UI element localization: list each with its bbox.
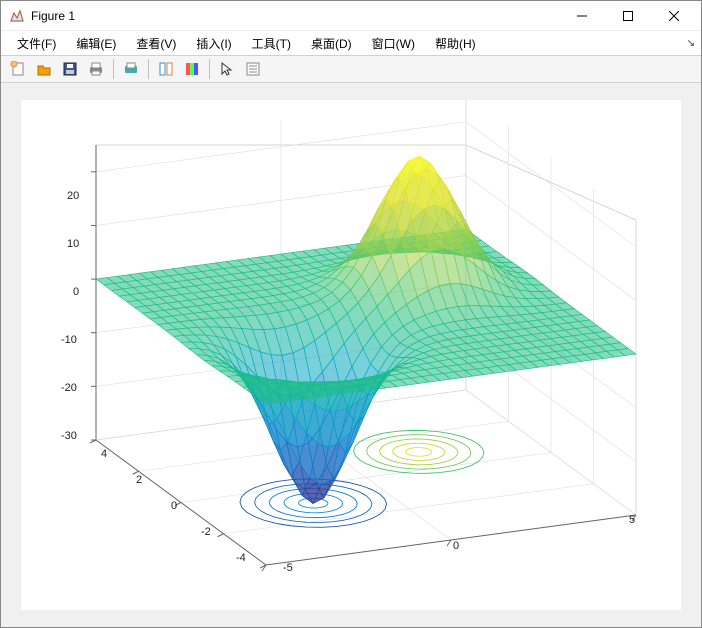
plot-area: 20 10 0 -10 -20 -30 4 2 0 -2 -4 -5 0 5 xyxy=(1,83,701,627)
z-tick-label: 20 xyxy=(67,190,79,202)
z-tick-label: 10 xyxy=(67,238,79,250)
menu-insert[interactable]: 插入(I) xyxy=(186,32,241,55)
y-tick-label: 2 xyxy=(136,474,142,486)
open-icon[interactable] xyxy=(32,58,56,80)
toolbar-separator xyxy=(209,59,210,79)
new-figure-icon[interactable] xyxy=(6,58,30,80)
x-tick-label: 0 xyxy=(453,540,459,552)
print-preview-icon[interactable] xyxy=(119,58,143,80)
surface-plot xyxy=(21,100,681,610)
maximize-button[interactable] xyxy=(605,1,651,31)
x-tick-label: -5 xyxy=(283,562,293,574)
dock-arrow-icon[interactable]: ↘ xyxy=(687,38,695,49)
z-tick-label: 0 xyxy=(73,286,79,298)
minimize-button[interactable] xyxy=(559,1,605,31)
menu-bar: 文件(F) 编辑(E) 查看(V) 插入(I) 工具(T) 桌面(D) 窗口(W… xyxy=(1,31,701,55)
toolbar-separator xyxy=(148,59,149,79)
z-tick-label: -20 xyxy=(61,382,77,394)
colorbar-icon[interactable] xyxy=(180,58,204,80)
data-cursor-icon[interactable] xyxy=(241,58,265,80)
y-tick-label: 0 xyxy=(171,500,177,512)
toolbar-separator xyxy=(113,59,114,79)
window-title: Figure 1 xyxy=(31,9,559,23)
z-tick-label: -30 xyxy=(61,430,77,442)
menu-help[interactable]: 帮助(H) xyxy=(425,32,486,55)
toolbar xyxy=(1,55,701,83)
save-icon[interactable] xyxy=(58,58,82,80)
x-tick-label: 5 xyxy=(629,514,635,526)
menu-file[interactable]: 文件(F) xyxy=(7,32,66,55)
app-icon xyxy=(9,8,25,24)
link-axes-icon[interactable] xyxy=(154,58,178,80)
y-tick-label: -2 xyxy=(201,526,211,538)
menu-edit[interactable]: 编辑(E) xyxy=(66,32,126,55)
z-tick-label: -10 xyxy=(61,334,77,346)
y-tick-label: 4 xyxy=(101,448,107,460)
axes-3d[interactable]: 20 10 0 -10 -20 -30 4 2 0 -2 -4 -5 0 5 xyxy=(21,100,681,610)
menu-tools[interactable]: 工具(T) xyxy=(242,32,301,55)
cursor-icon[interactable] xyxy=(215,58,239,80)
close-button[interactable] xyxy=(651,1,697,31)
menu-desktop[interactable]: 桌面(D) xyxy=(301,32,362,55)
title-bar: Figure 1 xyxy=(1,1,701,31)
menu-view[interactable]: 查看(V) xyxy=(126,32,186,55)
y-tick-label: -4 xyxy=(236,552,246,564)
menu-window[interactable]: 窗口(W) xyxy=(362,32,425,55)
print-icon[interactable] xyxy=(84,58,108,80)
